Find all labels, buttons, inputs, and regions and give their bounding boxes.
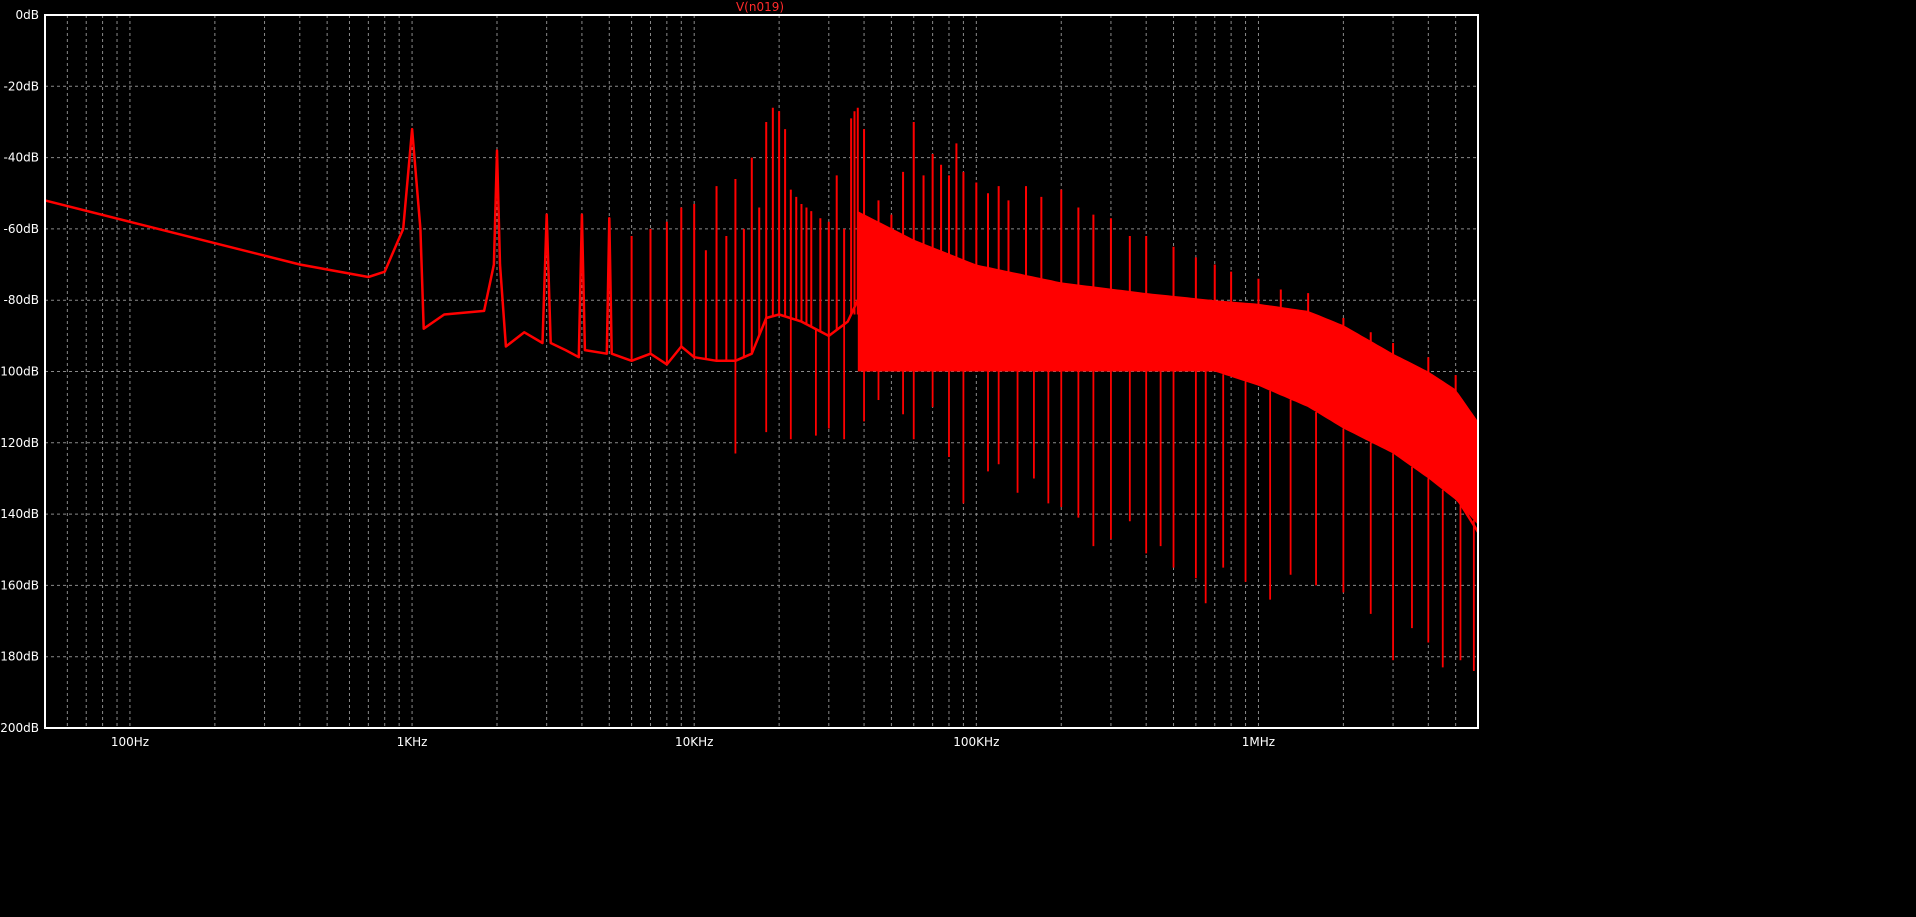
y-tick-label: -20dB [4, 79, 39, 93]
y-tick-label: -200dB [0, 721, 39, 735]
spectrum-plot: 0dB -20dB -40dB -60dB -80dB -100dB -120dB -140d… [0, 0, 1480, 749]
x-tick-label: 100Hz [111, 735, 149, 749]
x-tick-label: 10KHz [675, 735, 713, 749]
y-tick-label: -40dB [4, 151, 39, 165]
x-tick-label: 1MHz [1242, 735, 1275, 749]
series-dense-fill [857, 211, 1478, 525]
x-tick-label: 1KHz [397, 735, 428, 749]
y-tick-label: -100dB [0, 365, 39, 379]
y-tick-label: 0dB [16, 8, 39, 22]
y-tick-label: -160dB [0, 578, 39, 592]
y-tick-label: -80dB [4, 293, 39, 307]
y-tick-label: -180dB [0, 650, 39, 664]
y-tick-label: -120dB [0, 436, 39, 450]
chart-title: V(n019) [736, 0, 784, 14]
series-trace [44, 107, 1480, 671]
y-tick-label: -140dB [0, 507, 39, 521]
x-tick-label: 100KHz [953, 735, 999, 749]
y-tick-label: -60dB [4, 222, 39, 236]
y-axis: 0dB -20dB -40dB -60dB -80dB -100dB -120dB -140d… [0, 8, 39, 735]
x-axis: 100Hz 1KHz 10KHz 100KHz 1MHz [111, 735, 1275, 749]
